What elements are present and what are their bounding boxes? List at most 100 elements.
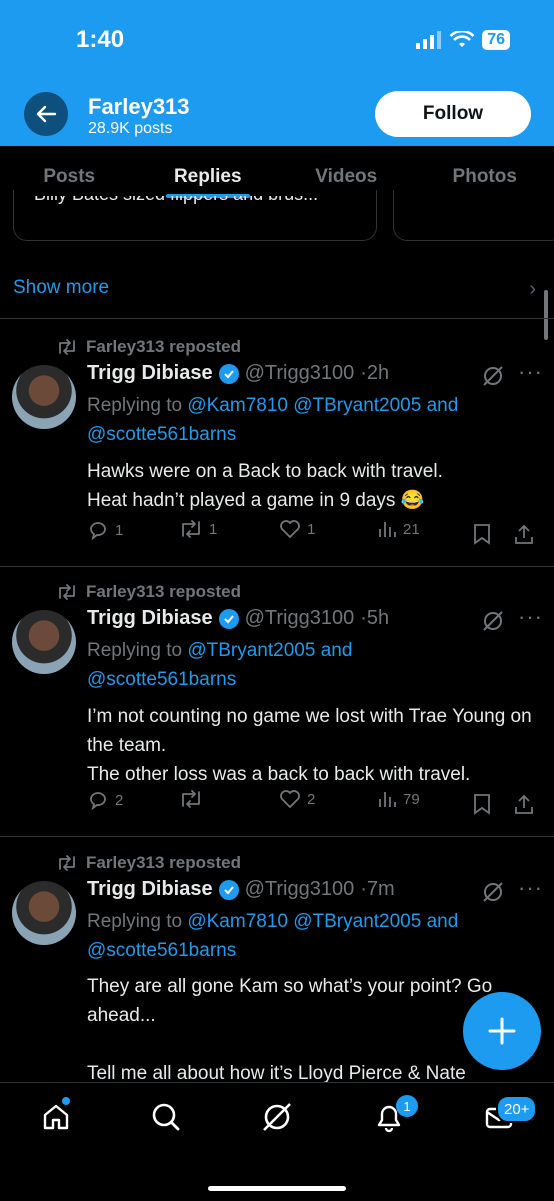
repost-icon xyxy=(179,519,203,539)
replying-to-prefix: Replying to xyxy=(87,911,182,932)
author-name[interactable]: Trigg Dibiase xyxy=(87,607,213,630)
share-icon[interactable] xyxy=(513,523,535,545)
signal-icon xyxy=(416,31,442,49)
views-icon xyxy=(377,789,397,809)
wifi-icon xyxy=(450,31,474,49)
grok-icon[interactable] xyxy=(261,1101,293,1133)
author-handle[interactable]: @Trigg3100 xyxy=(245,362,355,385)
arrow-left-icon xyxy=(35,103,57,125)
chevron-right-icon[interactable]: › xyxy=(529,278,536,301)
repost-button[interactable]: 1 xyxy=(179,519,217,539)
tweet[interactable]: Farley313 reposted Trigg Dibiase @Trigg3… xyxy=(0,337,554,565)
search-icon[interactable] xyxy=(150,1101,182,1133)
heart-icon xyxy=(279,789,301,809)
reply-count: 1 xyxy=(115,522,123,539)
divider xyxy=(0,566,554,567)
author-line: Trigg Dibiase @Trigg3100 ·2h xyxy=(87,362,389,385)
scrollbar[interactable] xyxy=(544,290,548,340)
tweet-actions: 2 2 79 xyxy=(87,789,537,819)
replying-to: Replying to @Kam7810 @TBryant2005 and @s… xyxy=(87,907,527,965)
profile-name: Farley313 xyxy=(88,94,190,120)
repost-icon xyxy=(179,789,203,809)
tweet-text: I’m not counting no game we lost with Tr… xyxy=(87,702,537,789)
more-options-icon[interactable]: ··· xyxy=(518,359,543,385)
divider xyxy=(0,836,554,837)
repost-label: Farley313 reposted xyxy=(86,853,241,873)
notifications-badge: 1 xyxy=(396,1095,418,1117)
tweet-text: Hawks were on a Back to back with travel… xyxy=(87,457,537,515)
repost-button[interactable] xyxy=(179,789,209,809)
status-time: 1:40 xyxy=(76,26,124,54)
verified-badge-icon xyxy=(219,609,239,629)
replying-to: Replying to @Kam7810 @TBryant2005 and @s… xyxy=(87,391,527,449)
share-icon[interactable] xyxy=(513,793,535,815)
home-icon[interactable] xyxy=(40,1101,72,1133)
author-line: Trigg Dibiase @Trigg3100 ·5h xyxy=(87,607,389,630)
heart-icon xyxy=(279,519,301,539)
card-fragment-left[interactable]: Billy Bates sized flippers and brus... xyxy=(13,190,377,241)
like-button[interactable]: 2 xyxy=(279,789,315,809)
reply-icon xyxy=(87,519,109,541)
tweet[interactable]: Farley313 reposted Trigg Dibiase @Trigg3… xyxy=(0,582,554,834)
views-count: 79 xyxy=(403,791,420,808)
repost-icon xyxy=(56,339,78,355)
tweet-actions: 1 1 1 21 xyxy=(87,519,537,549)
repost-indicator: Farley313 reposted xyxy=(56,853,241,873)
back-button[interactable] xyxy=(24,92,68,136)
grok-icon[interactable] xyxy=(482,610,504,632)
bookmark-icon[interactable] xyxy=(473,523,491,545)
author-handle[interactable]: @Trigg3100 xyxy=(245,607,355,630)
repost-icon xyxy=(56,855,78,871)
author-name[interactable]: Trigg Dibiase xyxy=(87,362,213,385)
like-button[interactable]: 1 xyxy=(279,519,315,539)
reply-count: 2 xyxy=(115,792,123,809)
avatar[interactable] xyxy=(12,881,76,945)
status-icons: 76 xyxy=(416,30,510,50)
replying-to: Replying to @TBryant2005 and @scotte561b… xyxy=(87,636,427,694)
views-button[interactable]: 79 xyxy=(377,789,420,809)
verified-badge-icon xyxy=(219,364,239,384)
like-count: 1 xyxy=(307,521,315,538)
show-more-link[interactable]: Show more xyxy=(13,277,109,299)
tweet-time: ·2h xyxy=(360,362,389,385)
grok-icon[interactable] xyxy=(482,881,504,903)
views-icon xyxy=(377,519,397,539)
replying-to-prefix: Replying to xyxy=(87,640,182,661)
tweet-time: ·5h xyxy=(360,607,389,630)
bookmark-icon[interactable] xyxy=(473,793,491,815)
bottom-nav: 1 20+ xyxy=(0,1082,554,1201)
author-line: Trigg Dibiase @Trigg3100 ·7m xyxy=(87,878,395,901)
follow-button[interactable]: Follow xyxy=(375,91,531,137)
replying-to-prefix: Replying to xyxy=(87,395,182,416)
compose-button[interactable] xyxy=(463,992,541,1070)
like-count: 2 xyxy=(307,791,315,808)
verified-badge-icon xyxy=(219,880,239,900)
reply-icon xyxy=(87,789,109,811)
grok-icon[interactable] xyxy=(482,365,504,387)
profile-posts-count: 28.9K posts xyxy=(88,120,173,138)
profile-header: 1:40 76 Farley313 28.9K posts Follow xyxy=(0,0,554,146)
battery-level: 76 xyxy=(482,30,510,50)
reply-button[interactable]: 2 xyxy=(87,789,123,811)
avatar[interactable] xyxy=(12,365,76,429)
tweet-time: ·7m xyxy=(360,878,394,901)
repost-count: 1 xyxy=(209,521,217,538)
avatar[interactable] xyxy=(12,610,76,674)
home-unread-dot xyxy=(62,1097,70,1105)
messages-badge: 20+ xyxy=(496,1095,537,1123)
repost-label: Farley313 reposted xyxy=(86,337,241,357)
home-indicator xyxy=(208,1186,346,1191)
repost-icon xyxy=(56,584,78,600)
card-fragment-right[interactable] xyxy=(393,190,554,241)
views-button[interactable]: 21 xyxy=(377,519,420,539)
reply-button[interactable]: 1 xyxy=(87,519,123,541)
repost-label: Farley313 reposted xyxy=(86,582,241,602)
views-count: 21 xyxy=(403,521,420,538)
repost-indicator: Farley313 reposted xyxy=(56,337,241,357)
repost-indicator: Farley313 reposted xyxy=(56,582,241,602)
more-options-icon[interactable]: ··· xyxy=(518,875,543,901)
more-options-icon[interactable]: ··· xyxy=(518,604,543,630)
author-name[interactable]: Trigg Dibiase xyxy=(87,878,213,901)
author-handle[interactable]: @Trigg3100 xyxy=(245,878,355,901)
tweet-text: They are all gone Kam so what’s your poi… xyxy=(87,972,507,1082)
